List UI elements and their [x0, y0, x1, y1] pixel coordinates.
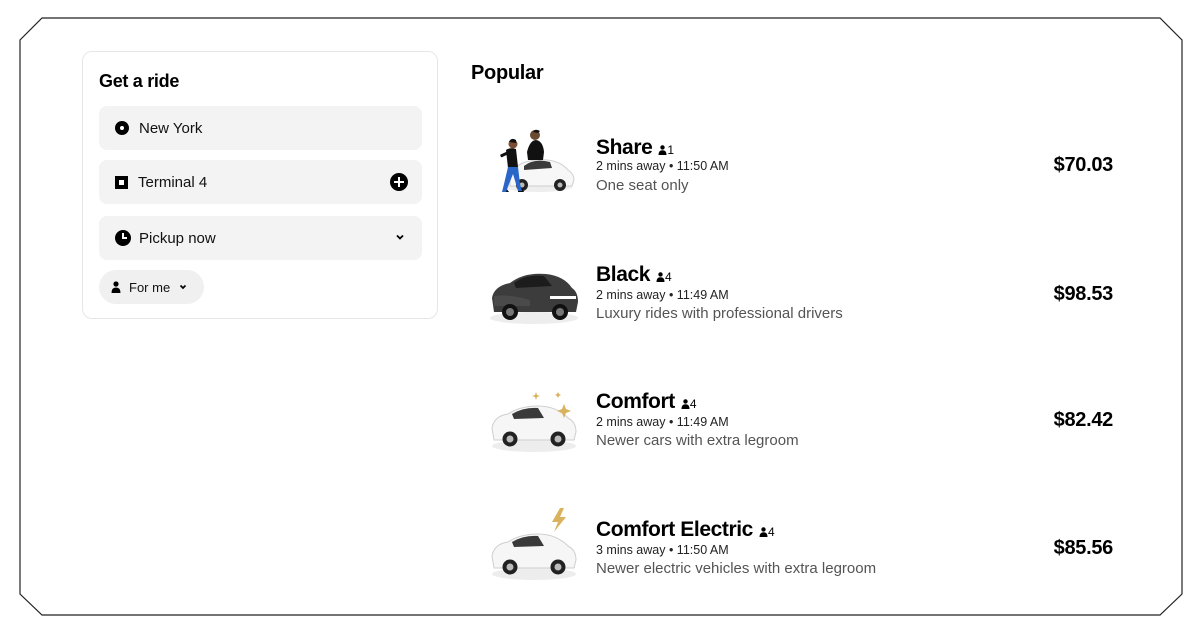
add-stop-icon[interactable] — [390, 173, 408, 191]
seat-capacity: 4 — [656, 270, 672, 284]
dropoff-location-field[interactable]: Terminal 4 — [99, 160, 422, 204]
seat-capacity-value: 4 — [767, 525, 775, 539]
pickup-time-value: Pickup now — [139, 229, 216, 247]
ride-option-eta: 2 mins away • 11:49 AM — [596, 288, 729, 302]
ride-option-description: Luxury rides with professional drivers — [596, 305, 843, 322]
ride-option-description: Newer electric vehicles with extra legro… — [596, 560, 877, 577]
rider-select-value: For me — [129, 279, 171, 295]
ride-option-eta: 2 mins away • 11:50 AM — [596, 159, 729, 173]
ride-option-title: Black — [596, 263, 651, 286]
pickup-location-field[interactable]: New York — [99, 106, 422, 150]
ride-option-title: Comfort Electric — [596, 518, 753, 541]
person-icon — [681, 399, 690, 409]
chevron-down-icon — [396, 234, 404, 240]
ride-option-title: Share — [596, 136, 653, 159]
electric-car-bolt-illustration — [491, 508, 577, 580]
ride-option-name: Comfort 4 — [596, 390, 697, 414]
dropoff-location-value: Terminal 4 — [138, 173, 208, 191]
ride-option-description: Newer cars with extra legroom — [596, 432, 799, 449]
ride-option-share[interactable]: Share 1 2 mins away • 11:50 AM One seat o… — [480, 122, 1130, 222]
ride-option-price: $98.53 — [1053, 283, 1114, 305]
ride-option-price: $82.42 — [1053, 409, 1114, 431]
clock-icon — [115, 230, 131, 246]
ride-option-title: Comfort — [596, 390, 675, 413]
pickup-location-value: New York — [139, 119, 203, 137]
ride-option-eta: 2 mins away • 11:49 AM — [596, 415, 729, 429]
person-icon — [111, 281, 121, 293]
ride-option-name: Black 4 — [596, 263, 672, 287]
person-icon — [656, 272, 665, 282]
ride-option-name: Share 1 — [596, 136, 674, 160]
ride-option-comfort[interactable]: Comfort 4 2 mins away • 11:49 AM Newer ca… — [480, 378, 1130, 478]
ride-option-name: Comfort Electric 4 — [596, 518, 775, 542]
seat-capacity: 4 — [759, 525, 775, 539]
dropoff-square-icon — [115, 175, 128, 189]
get-a-ride-title: Get a ride — [99, 71, 180, 91]
rider-select[interactable]: For me — [99, 270, 204, 304]
seat-capacity-value: 4 — [689, 397, 697, 411]
pickup-dot-icon — [115, 121, 129, 135]
person-icon — [759, 527, 768, 537]
ride-option-price: $70.03 — [1053, 154, 1114, 176]
ride-option-comfort-electric[interactable]: Comfort Electric 4 3 mins away • 11:50 AM… — [480, 506, 1130, 606]
seat-capacity-value: 4 — [665, 270, 672, 284]
share-riders-car-illustration — [500, 129, 575, 192]
seat-capacity: 4 — [681, 397, 697, 411]
get-a-ride-card: Get a ride New York Terminal 4 Pickup no… — [82, 51, 438, 319]
chevron-down-icon — [180, 284, 187, 290]
popular-heading: Popular — [471, 62, 544, 84]
ride-option-description: One seat only — [596, 177, 689, 194]
seat-capacity: 1 — [658, 143, 674, 157]
pickup-time-select[interactable]: Pickup now — [99, 216, 422, 260]
ride-option-eta: 3 mins away • 11:50 AM — [596, 543, 729, 557]
seat-capacity-value: 1 — [667, 143, 675, 157]
ride-option-black[interactable]: Black 4 2 mins away • 11:49 AM Luxury rid… — [480, 250, 1130, 350]
sparkle-white-car-illustration — [491, 392, 577, 452]
ride-option-price: $85.56 — [1053, 537, 1114, 559]
black-sedan-illustration — [490, 273, 578, 324]
